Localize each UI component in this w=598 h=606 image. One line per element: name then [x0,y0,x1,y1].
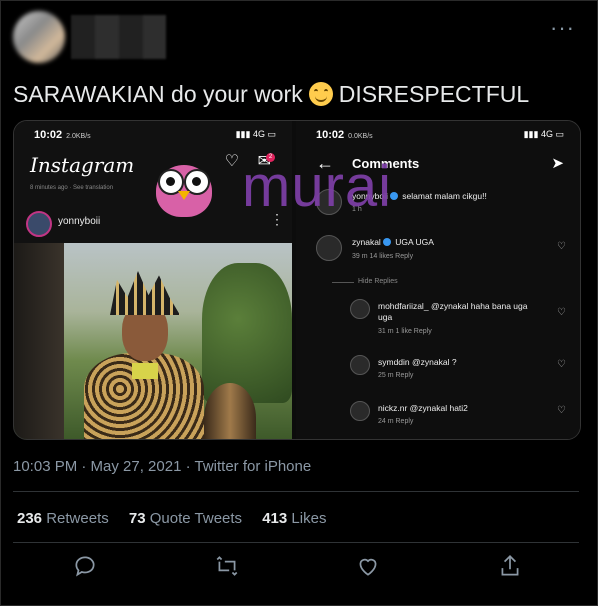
photo-tree [202,263,292,403]
hide-replies: Hide Replies [358,278,398,285]
heart-icon: ♡ [557,405,566,416]
reply-avatar [350,401,370,421]
photo-headdress [110,271,180,315]
status-time: 10:02 [316,129,345,141]
status-signal-right: ▮▮▮ 4G ▭ [523,129,564,139]
reply-row: nickz.nr @zynakal hati2 24 m Reply ♡ [316,401,566,431]
status-signal-left: ▮▮▮ 4G ▭ [235,129,276,139]
divider [13,491,579,492]
divider [13,542,579,543]
comment-text: yonnyboii selamat malam cikgu!! [352,191,487,201]
smiling-face-emoji-icon [308,82,333,106]
reply-meta: 24 m Reply [378,418,414,425]
instagram-logo: Instagram [30,153,135,177]
post-photo [14,243,292,439]
tweet-actions [1,553,598,585]
reply-text: nickz.nr @zynakal hati2 [378,403,468,413]
verified-icon [389,192,398,200]
reply-text: mohdfariizal_ @zynakal haha bana uga uga [378,301,528,322]
status-time: 10:02 [34,129,63,141]
tweet-timestamp[interactable]: 10:03 PM · May 27, 2021 · Twitter for iP… [13,458,311,475]
quote-tweets-stat[interactable]: 73 Quote Tweets [129,510,242,527]
share-icon[interactable] [497,553,523,579]
tweet-text-part-1: SARAWAKIAN do your work [13,81,303,107]
back-arrow-icon: ← [316,153,334,173]
retweets-stat[interactable]: 236 Retweets [17,510,109,527]
author-avatar[interactable] [13,11,65,63]
send-icon: ➤ [551,155,564,172]
status-network: 4G [540,129,553,139]
retweet-icon[interactable] [214,553,240,579]
reply-avatar [350,355,370,375]
status-bar-left: 10:02 2.0KB/s [34,129,91,141]
reply-row: mohdfariizal_ @zynakal haha bana uga uga… [316,299,566,339]
author-name-blurred[interactable] [71,15,166,59]
comment-row: yonnyboii selamat malam cikgu!! 1 h [316,189,566,219]
reply-text: symddin @zynakal ? [378,357,457,367]
likes-stat[interactable]: 413 Likes [262,510,326,527]
heart-icon: ♡ [224,153,240,170]
status-speed: 2.0KB/s [66,133,91,140]
comment-text: zynakal UGA UGA [352,237,434,247]
reply-meta: 25 m Reply [378,372,414,379]
hide-replies-line [332,282,354,283]
reply-row: symddin @zynakal ? 25 m Reply ♡ [316,355,566,385]
heart-icon: ♡ [557,359,566,370]
status-speed: 0.0KB/s [348,133,373,140]
tweet-media-image[interactable]: 10:02 2.0KB/s ▮▮▮ 4G ▭ Instagram ♡ ✉2 8 m… [13,120,581,440]
comment-meta: 1 h [352,206,362,213]
ig-avatar [26,211,52,237]
instagram-header-icons: ♡ ✉2 [225,151,280,171]
heart-icon: ♡ [557,241,566,252]
more-options-icon[interactable]: ··· [550,15,575,41]
reply-avatar [350,299,370,319]
tweet-text: SARAWAKIAN do your work DISRESPECTFUL [13,81,529,108]
tweet-text-part-2: DISRESPECTFUL [338,81,530,107]
ig-username: yonnyboii [58,216,101,227]
status-bar-right: 10:02 0.0KB/s [316,129,373,141]
status-network: 4G [252,129,265,139]
reply-meta: 31 m 1 like Reply [378,328,432,335]
instagram-comments-screenshot: 10:02 0.0KB/s ▮▮▮ 4G ▭ ← Comments ➤ yonny… [296,121,580,439]
photo-pillar [14,243,64,439]
post-subtitle: 8 minutes ago · See translation [30,185,114,191]
verified-icon [382,238,391,246]
comment-avatar [316,189,342,215]
comment-avatar [316,235,342,261]
comment-meta: 39 m 14 likes Reply [352,253,414,260]
notification-badge: 2 [266,153,275,162]
comments-title: Comments [352,156,420,171]
vertical-dots-icon: ⋮ [270,211,284,227]
heart-icon: ♡ [557,307,566,318]
comment-row: zynakal UGA UGA 39 m 14 likes Reply ♡ [316,235,566,265]
tweet-stats: 236 Retweets 73 Quote Tweets 413 Likes [17,510,342,527]
instagram-post-screenshot: 10:02 2.0KB/s ▮▮▮ 4G ▭ Instagram ♡ ✉2 8 m… [14,121,292,439]
photo-shirt [132,363,158,379]
like-icon[interactable] [355,553,381,579]
post-header: yonnyboii ⋮ [26,211,288,239]
tweet-container: ··· SARAWAKIAN do your work DISRESPECTFUL… [0,0,598,606]
reply-icon[interactable] [72,553,98,579]
